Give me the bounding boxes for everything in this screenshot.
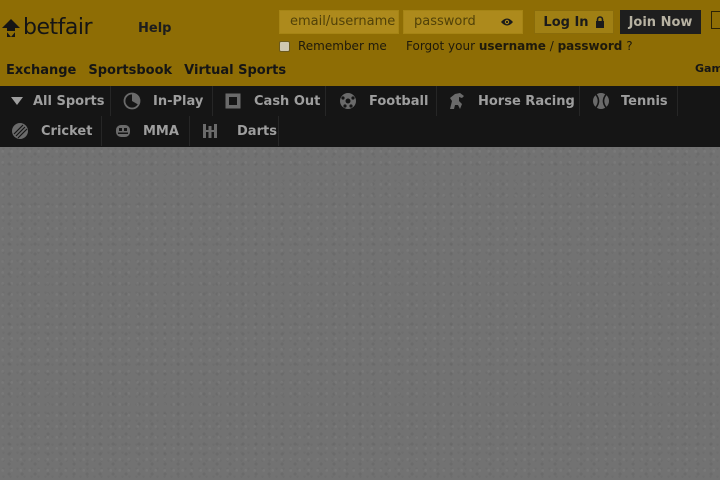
sport-label: Darts xyxy=(237,123,277,139)
caret-down-icon xyxy=(11,97,23,105)
nav-games[interactable]: Gam xyxy=(695,62,720,75)
nav-sportsbook[interactable]: Sportsbook xyxy=(88,63,172,78)
sport-cash-out[interactable]: Cash Out xyxy=(213,86,326,116)
betfair-arrow-logo-icon xyxy=(2,19,20,37)
sport-label: Cash Out xyxy=(254,93,321,109)
nav-exchange[interactable]: Exchange xyxy=(6,63,76,78)
in-play-icon xyxy=(123,92,141,110)
email-placeholder: email/username xyxy=(290,14,396,29)
sport-tennis[interactable]: Tennis xyxy=(580,86,678,116)
forgot-separator: / xyxy=(549,39,554,53)
sport-label: Cricket xyxy=(41,123,93,139)
sport-all-sports[interactable]: All Sports xyxy=(0,86,111,116)
forgot-prefix: Forgot your xyxy=(406,39,475,53)
sport-label: MMA xyxy=(143,123,179,139)
main-content-area xyxy=(0,147,720,480)
product-nav: Exchange Sportsbook Virtual Sports xyxy=(6,63,298,78)
header-edge-control[interactable] xyxy=(711,11,720,29)
password-input[interactable]: password xyxy=(403,10,523,34)
sport-label: Football xyxy=(369,93,429,109)
betfair-logo[interactable]: betfair xyxy=(0,13,93,43)
logo-text: betfair xyxy=(23,15,93,40)
join-now-button[interactable]: Join Now xyxy=(620,10,701,34)
password-placeholder: password xyxy=(414,14,476,29)
tennis-icon xyxy=(592,92,610,110)
login-button[interactable]: Log In xyxy=(534,10,614,34)
forgot-credentials: Forgot your username / password ? xyxy=(406,39,633,53)
help-link[interactable]: Help xyxy=(138,21,171,36)
sport-cricket[interactable]: Cricket xyxy=(0,116,102,146)
sport-football[interactable]: Football xyxy=(326,86,437,116)
mma-icon xyxy=(114,122,132,140)
forgot-username-link[interactable]: username xyxy=(479,39,546,53)
sport-horse-racing[interactable]: Horse Racing xyxy=(437,86,580,116)
sports-nav: All Sports In-Play Cash Out Football Hor… xyxy=(0,86,720,147)
sport-in-play[interactable]: In-Play xyxy=(111,86,213,116)
email-input[interactable]: email/username xyxy=(279,10,399,34)
sport-label: Tennis xyxy=(621,93,668,109)
cricket-icon xyxy=(11,122,29,140)
sport-label: All Sports xyxy=(33,93,105,109)
sport-darts[interactable]: Darts xyxy=(190,116,279,146)
sport-label: Horse Racing xyxy=(478,93,575,109)
site-header: betfair Help email/username password Log… xyxy=(0,0,720,86)
remember-me[interactable]: Remember me xyxy=(279,39,387,53)
remember-me-label: Remember me xyxy=(298,39,387,53)
forgot-password-link[interactable]: password xyxy=(558,39,623,53)
remember-me-checkbox[interactable] xyxy=(279,40,290,52)
lock-icon xyxy=(595,16,604,28)
sport-label: In-Play xyxy=(153,93,204,109)
join-now-label: Join Now xyxy=(628,14,693,30)
nav-virtual-sports[interactable]: Virtual Sports xyxy=(184,63,286,78)
cash-out-icon xyxy=(225,93,241,109)
login-button-label: Log In xyxy=(543,14,589,30)
darts-icon xyxy=(201,122,219,140)
sport-mma[interactable]: MMA xyxy=(102,116,190,146)
forgot-suffix: ? xyxy=(626,39,633,53)
eye-icon[interactable] xyxy=(500,16,514,28)
football-icon xyxy=(339,92,357,110)
horse-racing-icon xyxy=(447,92,467,110)
